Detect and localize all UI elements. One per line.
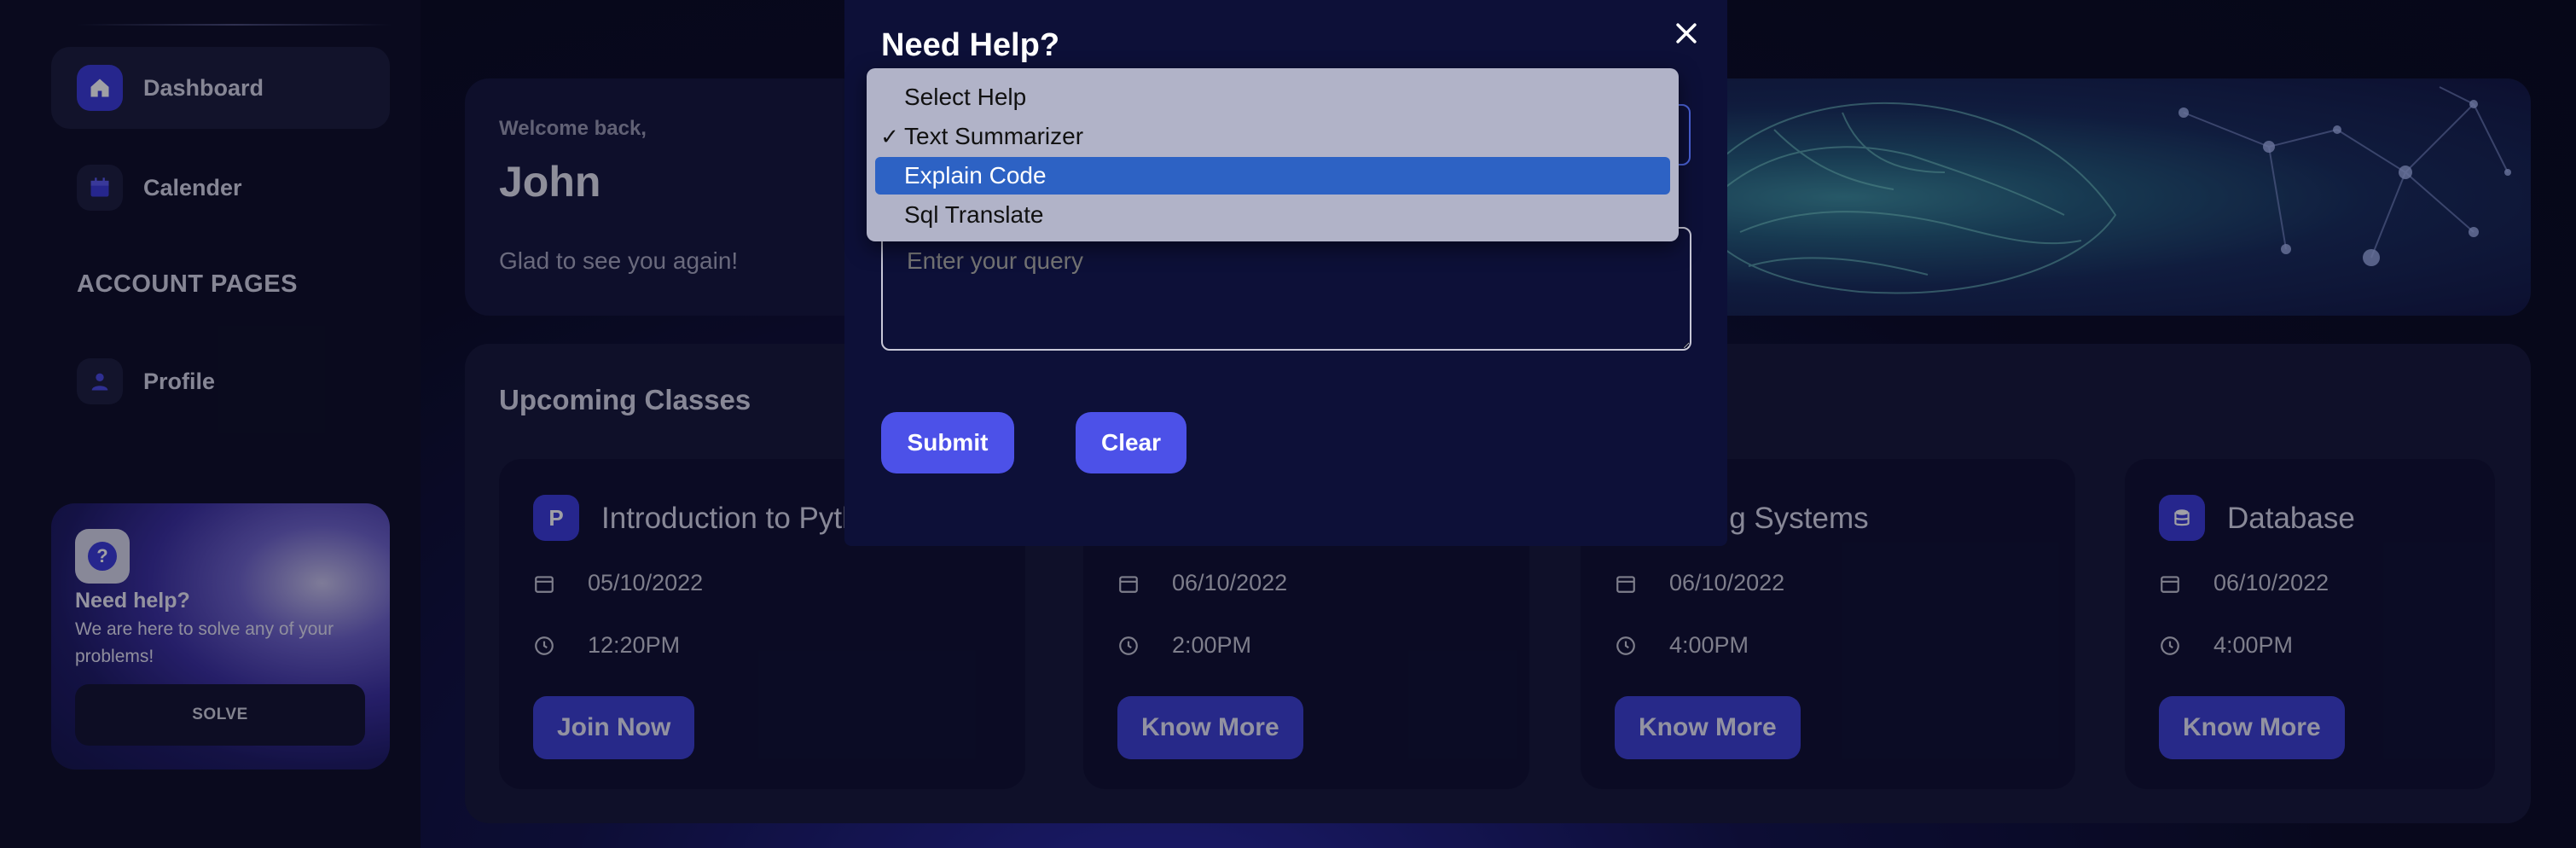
- checkmark-icon: ✓: [880, 123, 899, 149]
- dropdown-option-label: Text Summarizer: [904, 123, 1084, 149]
- submit-button[interactable]: Submit: [881, 412, 1014, 473]
- clear-button[interactable]: Clear: [1076, 412, 1186, 473]
- close-icon[interactable]: [1672, 19, 1701, 48]
- dropdown-option[interactable]: Explain Code: [875, 157, 1670, 195]
- query-input[interactable]: [881, 227, 1691, 351]
- dropdown-option[interactable]: ✓ Text Summarizer: [875, 118, 1670, 155]
- dropdown-option-label: Explain Code: [904, 162, 1047, 189]
- help-type-dropdown: Select Help ✓ Text Summarizer Explain Co…: [867, 68, 1679, 241]
- dropdown-option[interactable]: Sql Translate: [875, 196, 1670, 234]
- modal-title: Need Help?: [881, 27, 1060, 63]
- dropdown-option[interactable]: Select Help: [875, 78, 1670, 116]
- dropdown-option-label: Select Help: [904, 84, 1027, 110]
- dropdown-option-label: Sql Translate: [904, 201, 1044, 228]
